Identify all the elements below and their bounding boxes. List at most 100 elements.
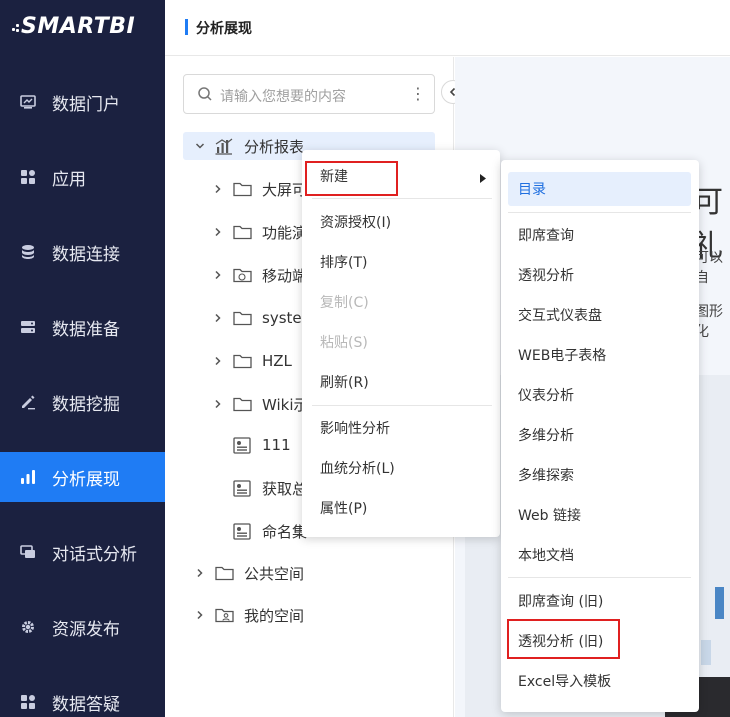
server-icon: [19, 318, 37, 336]
menu-item-label: 影响性分析: [320, 421, 390, 437]
menu-item-lineage-analysis[interactable]: 血统分析(L): [302, 452, 500, 484]
tree-node-label: 公共空间: [244, 564, 305, 583]
submenu-item-interactive-dashboard[interactable]: 交互式仪表盘: [501, 298, 699, 332]
nav-item-data-prep[interactable]: 数据准备: [0, 302, 165, 352]
nav-item-apps[interactable]: 应用: [0, 152, 165, 202]
nav-label: 数据答疑: [52, 694, 120, 715]
user-folder-icon: [215, 606, 235, 624]
nav-label: 对话式分析: [52, 544, 137, 565]
nav-item-data-connect[interactable]: 数据连接: [0, 227, 165, 277]
menu-item-sort[interactable]: 排序(T): [302, 246, 500, 278]
menu-item-properties[interactable]: 属性(P): [302, 492, 500, 524]
highlight-box-new: [305, 161, 398, 196]
chevron-right-icon[interactable]: [193, 610, 207, 620]
submenu-item-web-link[interactable]: Web 链接: [501, 498, 699, 532]
nav-item-data-mining[interactable]: 数据挖掘: [0, 377, 165, 427]
menu-item-label: 透视分析: [518, 268, 574, 284]
nav-label: 数据连接: [52, 244, 120, 265]
menu-item-label: 即席查询: [518, 228, 574, 244]
nav-item-portal[interactable]: 数据门户: [0, 77, 165, 127]
folder-icon: [215, 564, 235, 582]
tree-node-label: 111: [262, 436, 291, 454]
tree-node-folder[interactable]: syster: [211, 304, 308, 332]
nav-label: 资源发布: [52, 619, 120, 640]
menu-divider: [508, 212, 691, 213]
context-menu: 新建 资源授权(I) 排序(T) 复制(C) 粘贴(S) 刷新(R) 影响性分析…: [302, 150, 500, 537]
content-text: 图形化: [695, 304, 723, 340]
left-nav: SMARTBI 数据门户 应用 数据连接 数据准备 数据挖掘 分析展现 对话式分…: [0, 0, 165, 717]
chevron-right-icon[interactable]: [211, 227, 225, 237]
menu-item-label: 目录: [518, 182, 546, 198]
menu-item-grant[interactable]: 资源授权(I): [302, 206, 500, 238]
tree-node-folder[interactable]: 大屏可: [211, 175, 307, 203]
tree-node-label: syster: [262, 309, 308, 327]
search-box[interactable]: 请输入您想要的内容 ⋮: [183, 74, 435, 114]
tree-node-public-space[interactable]: 公共空间: [193, 559, 304, 587]
tree-node-report[interactable]: 111: [233, 431, 291, 459]
menu-item-impact-analysis[interactable]: 影响性分析: [302, 412, 500, 444]
menu-item-label: Web 链接: [518, 508, 581, 524]
chevron-down-icon[interactable]: [193, 141, 207, 151]
logo-mark-icon: [12, 19, 20, 33]
submenu-item-pivot-analysis[interactable]: 透视分析: [501, 258, 699, 292]
tree-node-folder[interactable]: 功能演: [211, 218, 307, 246]
chevron-right-icon[interactable]: [211, 313, 225, 323]
nav-item-analysis[interactable]: 分析展现: [0, 452, 165, 502]
submenu-item-adhoc-query[interactable]: 即席查询: [501, 218, 699, 252]
menu-item-label: 本地文档: [518, 548, 574, 564]
qa-icon: [19, 693, 37, 711]
menu-item-label: 资源授权(I): [320, 215, 392, 231]
content-text: 可以自: [695, 250, 723, 286]
submenu-item-adhoc-query-old[interactable]: 即席查询 (旧): [501, 584, 699, 618]
submenu-item-excel-import-template[interactable]: Excel导入模板: [501, 664, 699, 698]
chevron-right-icon[interactable]: [211, 399, 225, 409]
nav-label: 分析展现: [52, 469, 120, 490]
submenu-item-olap-analysis[interactable]: 多维分析: [501, 418, 699, 452]
menu-item-label: 多维分析: [518, 428, 574, 444]
menu-item-label: 粘贴(S): [320, 335, 368, 351]
nav-label: 数据挖掘: [52, 394, 120, 415]
menu-item-label: 血统分析(L): [320, 461, 395, 477]
tree-node-report[interactable]: 命名集: [233, 517, 307, 545]
chevron-right-icon[interactable]: [211, 184, 225, 194]
logo[interactable]: SMARTBI: [12, 8, 135, 44]
chevron-right-icon[interactable]: [211, 356, 225, 366]
chevron-right-icon[interactable]: [193, 568, 207, 578]
menu-divider: [508, 577, 691, 578]
report-folder-icon: [215, 137, 235, 155]
report-icon: [233, 522, 253, 540]
database-icon: [19, 243, 37, 261]
portal-icon: [19, 93, 37, 111]
menu-divider: [312, 198, 492, 199]
submenu-item-gauge-analysis[interactable]: 仪表分析: [501, 378, 699, 412]
caret-right-icon: [480, 171, 486, 187]
menu-item-label: 排序(T): [320, 255, 368, 271]
tree-node-report[interactable]: 获取总: [233, 474, 307, 502]
more-options-icon[interactable]: ⋮: [410, 84, 426, 104]
apps-icon: [19, 168, 37, 186]
report-icon: [233, 479, 253, 497]
tree-node-folder[interactable]: Wiki示: [211, 390, 309, 418]
menu-item-refresh[interactable]: 刷新(R): [302, 366, 500, 398]
nav-item-publish[interactable]: 资源发布: [0, 602, 165, 652]
tree-node-folder[interactable]: HZL: [211, 347, 292, 375]
tree-node-label: 功能演: [262, 223, 308, 242]
tree-node-my-space[interactable]: 我的空间: [193, 601, 304, 629]
menu-item-label: Excel导入模板: [518, 674, 612, 690]
nav-item-chat-analysis[interactable]: 对话式分析: [0, 527, 165, 577]
menu-item-copy[interactable]: 复制(C): [302, 286, 500, 318]
bar-chart-icon: [19, 468, 37, 486]
mobile-folder-icon: [233, 266, 253, 284]
folder-icon: [233, 309, 253, 327]
nav-item-qa[interactable]: 数据答疑: [0, 677, 165, 717]
menu-item-label: 多维探索: [518, 468, 574, 484]
tree-node-folder[interactable]: 移动端: [211, 261, 307, 289]
submenu-item-local-document[interactable]: 本地文档: [501, 538, 699, 572]
chevron-right-icon[interactable]: [211, 270, 225, 280]
submenu-item-olap-explore[interactable]: 多维探索: [501, 458, 699, 492]
nav-label: 数据门户: [52, 94, 120, 115]
submenu-item-directory[interactable]: 目录: [508, 172, 691, 206]
submenu-item-web-spreadsheet[interactable]: WEB电子表格: [501, 338, 699, 372]
menu-item-paste[interactable]: 粘贴(S): [302, 326, 500, 358]
search-input[interactable]: 请输入您想要的内容: [220, 86, 346, 106]
